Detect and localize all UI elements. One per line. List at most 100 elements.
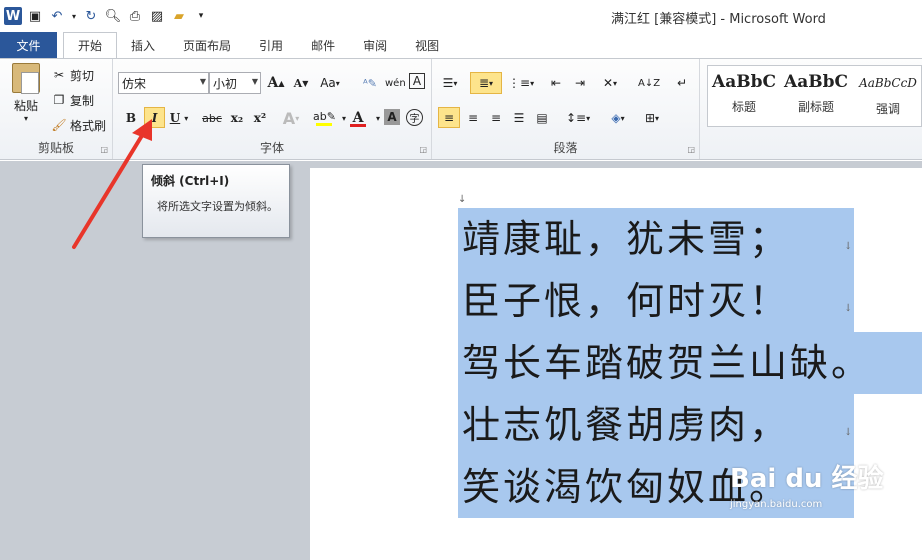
style-title[interactable]: AaBbC 标题 (708, 72, 780, 115)
grow-font-caret-icon: ▲ (278, 78, 285, 88)
open-folder-icon[interactable]: ▰ (170, 7, 188, 25)
style-emphasis-name: 强调 (875, 102, 900, 116)
redo-icon[interactable]: ↻ (82, 7, 100, 25)
font-launcher-icon[interactable]: ◲ (419, 145, 427, 154)
justify-icon[interactable]: ☰ (509, 108, 529, 128)
font-size-value: 小初 (213, 76, 238, 91)
tab-references[interactable]: 引用 (245, 32, 297, 58)
style-subtitle-sample: AaBbC (784, 72, 848, 92)
highlight-color-swatch (316, 123, 333, 126)
watermark-url: jingyan.baidu.com (730, 499, 823, 510)
numbering-icon[interactable]: ≣ ▾ (470, 72, 502, 94)
ribbon-tabs: 文件 开始 插入 页面布局 引用 邮件 审阅 视图 (0, 32, 922, 58)
phonetic-guide-icon[interactable]: wén (385, 73, 406, 93)
font-color-button[interactable]: A (348, 108, 368, 128)
tab-view[interactable]: 视图 (401, 32, 453, 58)
text-effects-icon[interactable]: A ▾ (281, 108, 301, 128)
grow-font-label: A (267, 75, 279, 91)
poem-line-1[interactable]: 靖康耻，犹未雪； ↓ (458, 208, 854, 270)
print-icon[interactable]: ⎙ (126, 7, 144, 25)
copy-button[interactable]: ❐ 复制 (52, 90, 94, 110)
baidu-watermark: Bai du 经验 jingyan.baidu.com (730, 458, 884, 510)
superscript-button[interactable]: x² (250, 108, 270, 128)
highlight-button[interactable]: ab✎ (313, 108, 336, 128)
undo-dropdown-icon[interactable]: ▾ (70, 7, 78, 25)
copy-label: 复制 (70, 93, 95, 108)
strikethrough-button[interactable]: abc (202, 108, 222, 128)
paste-button[interactable]: 粘贴 ▾ (8, 63, 44, 123)
word-logo-icon[interactable]: W (4, 7, 22, 25)
style-title-sample: AaBbC (712, 72, 776, 92)
tooltip-body: 将所选文字设置为倾斜。 (157, 200, 278, 213)
window-title: 满江红 [兼容模式] - Microsoft Word (611, 12, 826, 27)
paragraph-group: ☰ ▾ ≣ ▾ ⋮≡ ▾ ⇤ ⇥ ✕ ▾ A↓Z ↵ ≡ ≡ ≡ ☰ ▤ ↕≡ ▾ ◈ ▾ … (432, 59, 700, 159)
poem-line-4-text: 壮志饥餐胡虏肉， (462, 403, 791, 447)
highlighter-icon: ab✎ (313, 110, 336, 123)
decrease-indent-icon[interactable]: ⇤ (546, 73, 566, 93)
paragraph-mark: ↓ (458, 194, 467, 205)
clear-formatting-icon[interactable]: ᴬ✎ (360, 73, 380, 93)
font-name-combo[interactable]: 仿宋 ▼ (118, 72, 209, 94)
tab-insert[interactable]: 插入 (117, 32, 169, 58)
tab-review[interactable]: 审阅 (349, 32, 401, 58)
paste-dropdown-icon: ▾ (23, 114, 28, 123)
strikethrough-label: abc (202, 111, 222, 125)
increase-indent-icon[interactable]: ⇥ (570, 73, 590, 93)
tab-page-layout[interactable]: 页面布局 (169, 32, 245, 58)
font-name-value: 仿宋 (122, 76, 147, 91)
superscript-label: x² (253, 111, 267, 125)
font-size-dropdown-icon: ▼ (251, 77, 258, 86)
quick-access-toolbar: W ▣ ↶ ▾ ↻ 🔍︎ ⎙ ▨ ▰ ▾ (4, 7, 210, 25)
style-emphasis[interactable]: AaBbCcD 强调 (852, 72, 922, 117)
change-case-button[interactable]: Aa ▾ (320, 73, 340, 93)
poem-line-2-text: 臣子恨，何时灭！ (462, 279, 791, 323)
styles-gallery: AaBbC 标题 AaBbC 副标题 AaBbCcD 强调 (707, 65, 922, 127)
watermark-brand: Bai du 经验 (730, 464, 884, 494)
paragraph-mark: ↓ (844, 303, 853, 314)
paragraph-mark: ↓ (844, 427, 853, 438)
style-subtitle-name: 副标题 (797, 100, 834, 114)
tab-file[interactable]: 文件 (0, 32, 57, 58)
title-bar: W ▣ ↶ ▾ ↻ 🔍︎ ⎙ ▨ ▰ ▾ 满江红 [兼容模式] - Micros… (0, 0, 922, 32)
copy-icon: ❐ (53, 93, 65, 107)
poem-line-2[interactable]: 臣子恨，何时灭！ ↓ (458, 270, 854, 332)
chinese-layout-icon[interactable]: ✕ ▾ (600, 73, 620, 93)
customize-qat-icon[interactable]: ▾ (192, 7, 210, 25)
undo-icon[interactable]: ↶ (48, 7, 66, 25)
shading-icon[interactable]: ◈ ▾ (608, 108, 628, 128)
print-preview-icon[interactable]: 🔍︎ (104, 7, 122, 25)
bullets-icon[interactable]: ☰ ▾ (440, 73, 460, 93)
tab-home[interactable]: 开始 (63, 32, 118, 58)
change-case-label: Aa (320, 76, 336, 90)
distributed-icon[interactable]: ▤ (532, 108, 552, 128)
align-center-icon[interactable]: ≡ (463, 108, 483, 128)
align-right-icon[interactable]: ≡ (486, 108, 506, 128)
tab-mailings[interactable]: 邮件 (297, 32, 349, 58)
enclose-characters-icon[interactable]: 字 (406, 109, 423, 126)
poem-line-3[interactable]: 驾长车踏破贺兰山缺。 (458, 332, 922, 394)
paragraph-launcher-icon[interactable]: ◲ (687, 145, 695, 154)
grow-font-button[interactable]: A ▲ (266, 73, 286, 93)
underline-dropdown-icon: ▾ (184, 113, 189, 123)
cut-button[interactable]: ✂ 剪切 (52, 65, 94, 85)
font-size-combo[interactable]: 小初 ▼ (209, 72, 261, 94)
style-subtitle[interactable]: AaBbC 副标题 (780, 72, 852, 115)
font-color-swatch (350, 123, 366, 127)
character-border-icon[interactable]: A (409, 73, 425, 89)
character-shading-icon[interactable]: A (384, 109, 400, 125)
poem-line-4[interactable]: 壮志饥餐胡虏肉， ↓ (458, 394, 854, 456)
font-name-dropdown-icon: ▼ (199, 77, 206, 86)
subscript-button[interactable]: x₂ (227, 108, 247, 128)
line-spacing-icon[interactable]: ↕≡ ▾ (566, 108, 590, 128)
multilevel-list-icon[interactable]: ⋮≡ ▾ (508, 73, 534, 93)
save-icon[interactable]: ▣ (26, 7, 44, 25)
underline-button[interactable]: U ▾ (169, 108, 189, 128)
shrink-font-button[interactable]: A ▼ (291, 73, 311, 93)
image-icon[interactable]: ▨ (148, 7, 166, 25)
style-emphasis-sample: AaBbCcD (859, 76, 917, 90)
sort-icon[interactable]: A↓Z (638, 73, 660, 93)
borders-icon[interactable]: ⊞ ▾ (642, 108, 662, 128)
align-left-icon[interactable]: ≡ (438, 107, 460, 128)
show-marks-icon[interactable]: ↵ (672, 73, 692, 93)
tooltip-title: 倾斜 (Ctrl+I) (151, 174, 230, 188)
